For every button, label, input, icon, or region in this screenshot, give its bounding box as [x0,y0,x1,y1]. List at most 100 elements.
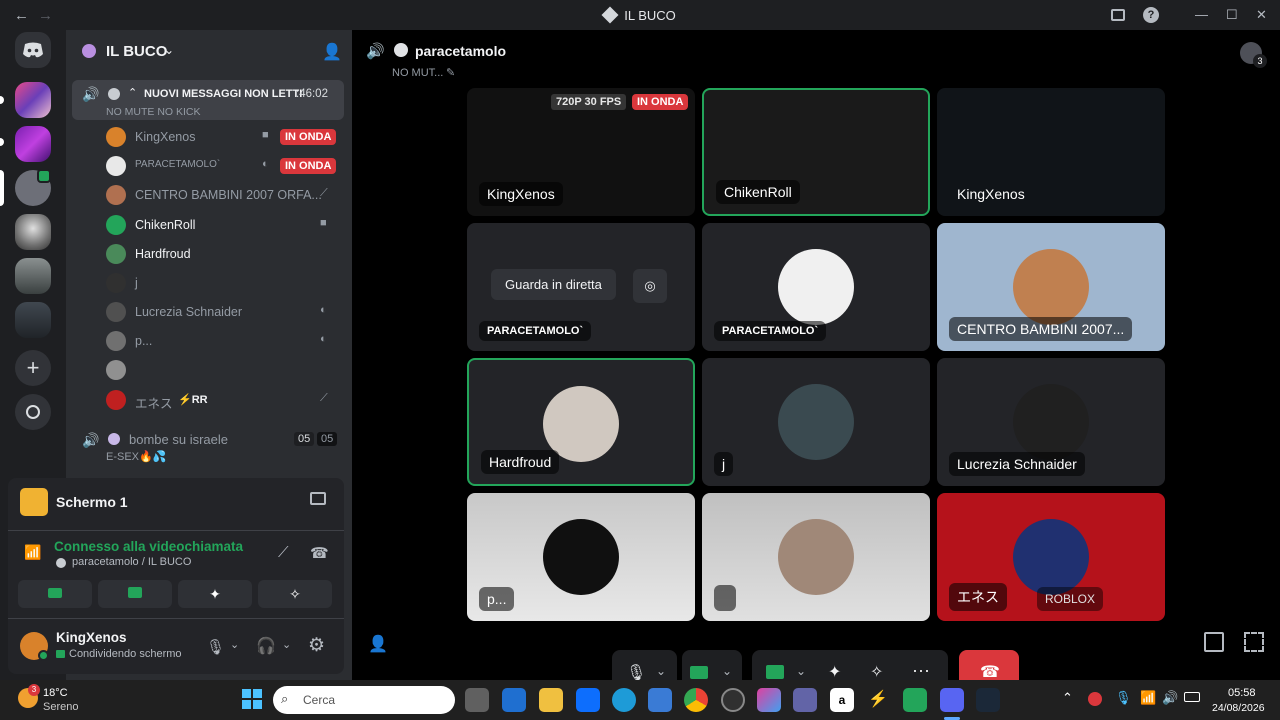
chevron-up-icon[interactable]: ⌃ [1062,690,1073,706]
channel-status: NO MUTE NO KICK [106,106,201,118]
search-box[interactable]: ⌕ Cerca [273,686,455,714]
participant-tile[interactable]: KingXenos [937,88,1165,216]
activities-icon[interactable]: ✦ [828,662,841,682]
help-icon[interactable]: ? [1143,7,1159,23]
clock-date[interactable]: 24/08/2026 [1212,702,1265,714]
participant-tile[interactable]: 720P 30 FPS IN ONDA KingXenos [467,88,695,216]
weather-temp[interactable]: 18°C [43,687,68,699]
wifi-icon[interactable]: 📶 [1140,690,1156,706]
soundboard-icon[interactable]: ✧ [870,662,883,682]
selected-pill [0,170,4,206]
screen-share-button[interactable] [98,580,172,608]
voice-channel-2[interactable]: 🔊 bombe su israele 05 05 E-SEX🔥💦 [72,428,344,468]
screen-share-icon[interactable] [766,665,784,679]
edit-pencil-icon[interactable]: ✎ [446,66,455,79]
server-icon-4[interactable] [15,214,51,250]
participant-tile[interactable]: ChikenRoll [702,88,930,216]
copilot-icon[interactable] [757,688,781,712]
microphone-icon[interactable]: 🎙 [206,638,225,656]
minimize-button[interactable]: — [1195,7,1208,22]
watch-stream-button[interactable]: Guarda in diretta [491,269,616,300]
participant-tile[interactable]: PARACETAMOLO` [702,223,930,351]
add-server-icon[interactable]: + [15,350,51,386]
weather-desc[interactable]: Sereno [43,701,78,713]
server-icon-6[interactable] [15,302,51,338]
participant-tile[interactable]: Lucrezia Schnaider [937,358,1165,486]
more-options-icon[interactable]: ··· [912,660,930,681]
signal-icon[interactable]: 📶 [24,544,41,561]
voice-member[interactable] [106,357,344,383]
server-icon-1[interactable] [15,82,51,118]
file-explorer-icon[interactable] [539,688,563,712]
voice-member[interactable]: Lucrezia Schnaider ◐ [106,299,344,325]
maximize-button[interactable]: ☐ [1226,7,1238,23]
voice-member[interactable]: Hardfroud [106,241,344,267]
task-view-icon[interactable] [465,688,489,712]
participant-tile[interactable]: エネス ROBLOX [937,493,1165,621]
chevron-down-icon[interactable]: ⌄ [230,638,239,651]
outlook-icon[interactable] [502,688,526,712]
participant-tile[interactable]: j [702,358,930,486]
chevron-down-icon[interactable]: ⌄ [722,664,732,678]
voice-member[interactable]: ChikenRoll ■ [106,212,344,238]
camera-button[interactable] [18,580,92,608]
voice-channel-active[interactable]: 🔊 ⌃ NUOVI MESSAGGI NON LETTI :46:02 NO M… [72,80,344,120]
preview-eye-icon[interactable]: ◎ [633,269,667,303]
server-icon-2[interactable] [15,126,51,162]
noise-suppression-icon[interactable]: ⟋ [278,544,289,561]
server-icon-5[interactable] [15,258,51,294]
battery-icon[interactable] [1184,692,1200,702]
connection-status[interactable]: Connesso alla videochiamata [54,539,243,554]
headset-icon[interactable]: 🎧 [256,636,276,656]
teams-icon[interactable] [793,688,817,712]
mic-tray-icon[interactable]: 🎙 [1115,690,1132,706]
volume-icon[interactable]: 🔊 [1162,690,1178,706]
voice-member[interactable]: PARACETAMOLO` IN ONDA ◐ [106,153,344,179]
voice-member[interactable]: p... ◐ [106,328,344,354]
participant-tile[interactable]: Hardfroud [467,358,695,486]
online-status-icon [38,650,49,661]
discord-home-button[interactable] [15,32,51,68]
connection-location[interactable]: paracetamolo / IL BUCO [72,556,191,568]
popout-icon[interactable] [1204,632,1224,652]
invite-user-icon[interactable]: 👤 [368,634,388,654]
close-window-button[interactable]: ✕ [1256,7,1267,23]
chevron-down-icon[interactable]: ⌄ [656,664,666,678]
chevron-down-icon[interactable]: ⌄ [796,664,806,678]
settings-gear-icon[interactable]: ⚙ [308,634,325,657]
voice-member[interactable]: エネス ⚡RR ⟋ [106,387,344,413]
discord-icon[interactable] [940,688,964,712]
chrome-icon[interactable] [684,688,708,712]
chevron-down-icon[interactable]: ⌄ [282,638,291,651]
activities-button[interactable]: ✦ [178,580,252,608]
voice-member[interactable]: j [106,270,344,296]
disconnect-icon[interactable]: ☎ [310,544,329,562]
stop-stream-icon[interactable] [310,492,326,505]
start-button[interactable] [242,689,262,709]
soundboard-button[interactable]: ✧ [258,580,332,608]
voice-member[interactable]: CENTRO BAMBINI 2007 ORFA... ⟋ [106,182,344,208]
participant-tile[interactable]: p... [467,493,695,621]
spotify-icon[interactable] [903,688,927,712]
participant-tile[interactable]: CENTRO BAMBINI 2007... [937,223,1165,351]
inbox-icon[interactable] [1111,9,1125,21]
username[interactable]: KingXenos [56,630,127,645]
voice-user-panel: Schermo 1 📶 Connesso alla videochiamata … [8,478,344,674]
clock-time[interactable]: 05:58 [1228,687,1256,699]
add-member-icon[interactable]: 👤 [322,42,342,62]
store-icon[interactable] [648,688,672,712]
participant-tile[interactable] [702,493,930,621]
dropbox-icon[interactable] [576,688,600,712]
voice-member[interactable]: KingXenos IN ONDA ■ [106,124,344,150]
amazon-icon[interactable]: a [830,688,854,712]
fullscreen-icon[interactable] [1244,632,1264,652]
participant-tile[interactable]: Guarda in diretta ◎ PARACETAMOLO` [467,223,695,351]
discover-icon[interactable] [15,394,51,430]
winamp-icon[interactable]: ⚡ [866,688,890,712]
obs-icon[interactable] [721,688,745,712]
steam-icon[interactable] [976,688,1000,712]
server-header[interactable]: IL BUCO ⌄ 👤 [66,30,352,74]
edge-icon[interactable] [612,688,636,712]
member-name: PARACETAMOLO` [135,159,221,170]
tray-app-icon[interactable] [1088,692,1102,706]
